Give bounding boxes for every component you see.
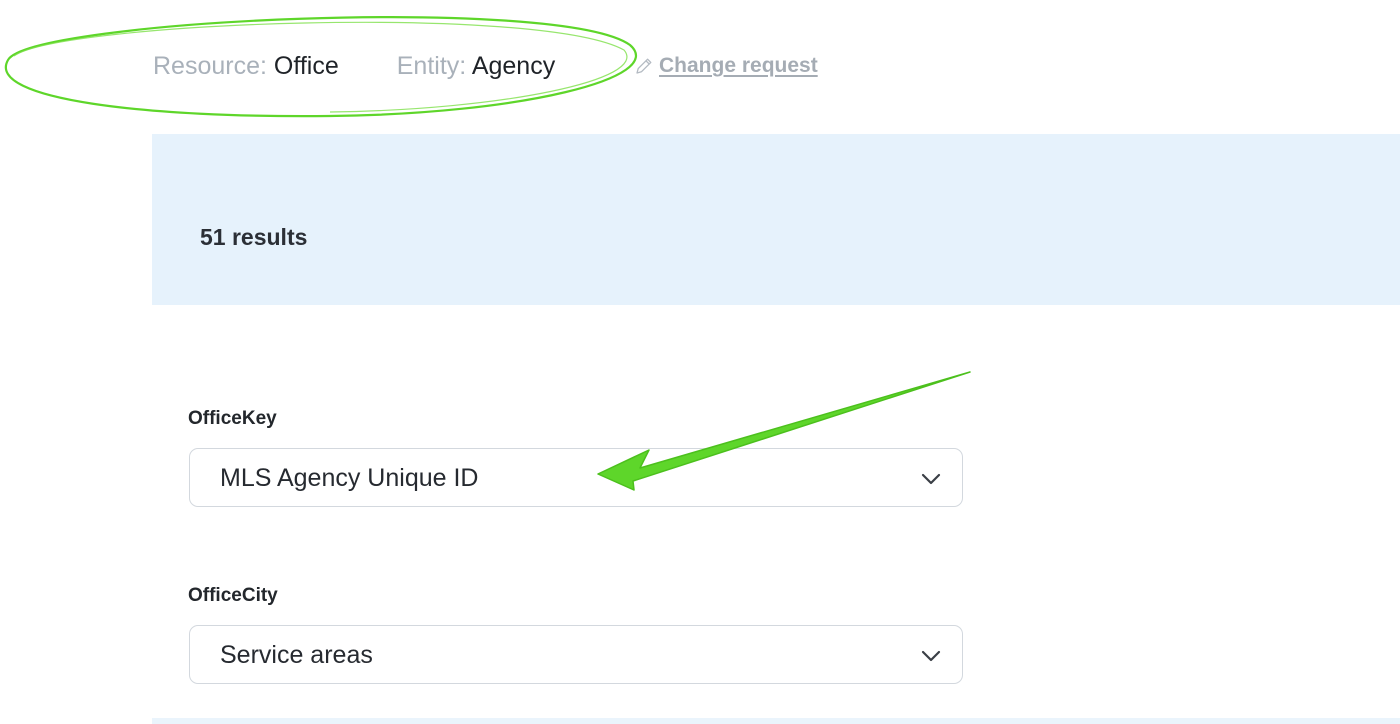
officekey-select[interactable]: MLS Agency Unique ID — [189, 448, 963, 507]
annotation-overlay — [4, 16, 971, 491]
resource-info: Resource: Office — [153, 52, 339, 81]
chevron-down-icon — [921, 650, 941, 662]
entity-value: Agency — [471, 51, 556, 80]
chevron-down-icon — [921, 473, 941, 485]
request-summary: Resource: Office Entity: Agency — [153, 48, 555, 84]
field-label-officecity: OfficeCity — [188, 585, 278, 606]
field-label-officekey: OfficeKey — [188, 408, 277, 429]
entity-key: Entity: — [396, 51, 467, 80]
officecity-select[interactable]: Service areas — [189, 625, 963, 684]
entity-info: Entity: Agency — [397, 52, 555, 81]
change-request-link[interactable]: Change request — [634, 53, 818, 79]
results-count: 51 results — [200, 224, 308, 250]
officecity-selected-value: Service areas — [220, 641, 373, 669]
change-request-label: Change request — [659, 54, 818, 77]
results-banner: 51 results — [152, 134, 1400, 305]
officekey-selected-value: MLS Agency Unique ID — [220, 464, 479, 492]
pencil-icon — [636, 58, 652, 74]
resource-value: Office — [273, 51, 339, 80]
page: Resource: Office Entity: Agency Change r… — [0, 0, 1400, 724]
resource-key: Resource: — [153, 51, 267, 80]
next-section-edge — [152, 718, 1400, 724]
